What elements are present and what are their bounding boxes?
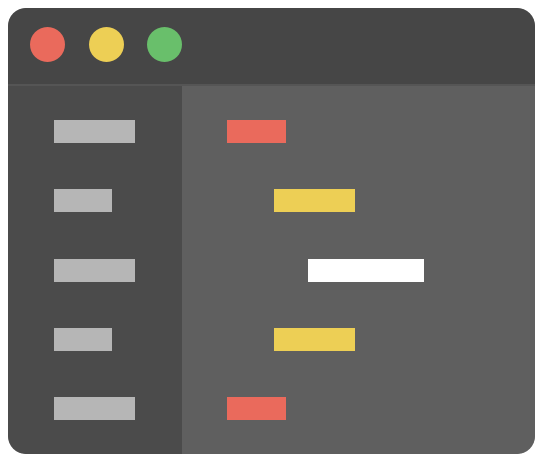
sidebar-item[interactable] xyxy=(54,328,112,351)
close-button[interactable] xyxy=(30,27,65,62)
maximize-button[interactable] xyxy=(147,27,182,62)
editor-window xyxy=(8,8,535,454)
sidebar-item[interactable] xyxy=(54,397,135,420)
code-area[interactable] xyxy=(182,86,535,454)
code-line xyxy=(274,328,355,351)
sidebar xyxy=(8,86,182,454)
title-bar xyxy=(8,8,535,84)
sidebar-item[interactable] xyxy=(54,120,135,143)
code-line xyxy=(308,259,424,282)
code-line xyxy=(227,120,286,143)
sidebar-item[interactable] xyxy=(54,259,135,282)
minimize-button[interactable] xyxy=(89,27,124,62)
code-line xyxy=(274,189,355,212)
sidebar-item[interactable] xyxy=(54,189,112,212)
code-line xyxy=(227,397,286,420)
